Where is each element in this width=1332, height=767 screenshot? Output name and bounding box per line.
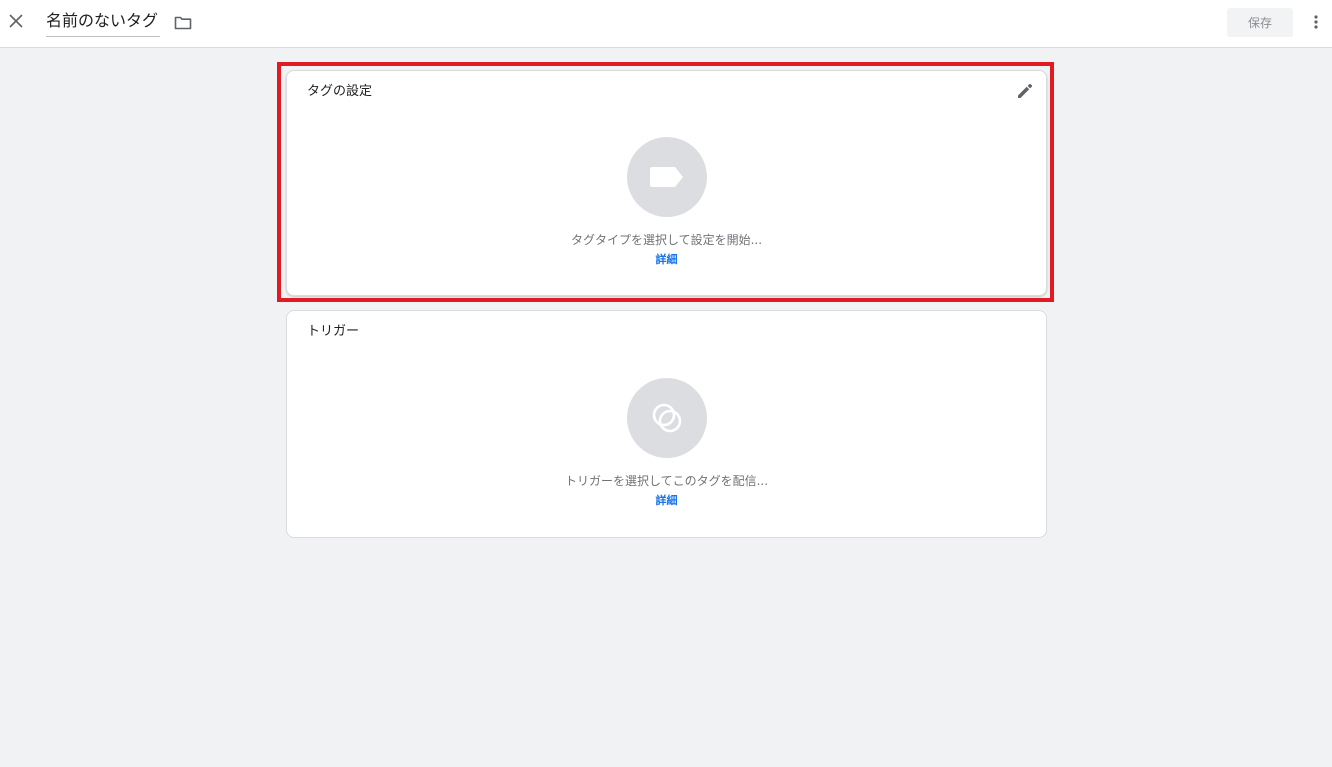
triggering-card[interactable]: トリガー トリガーを選択してこのタグを配信... 詳細 <box>286 310 1047 538</box>
trigger-icon <box>652 403 681 433</box>
trigger-hint: トリガーを選択してこのタグを配信... <box>564 474 769 488</box>
triggering-title: トリガー <box>307 324 360 339</box>
trigger-placeholder: トリガーを選択してこのタグを配信... 詳細 <box>287 378 1046 508</box>
tag-name-field[interactable]: 名前のないタグ <box>46 8 161 37</box>
folder-icon <box>174 16 192 30</box>
trigger-learn-more-link[interactable]: 詳細 <box>656 494 678 508</box>
close-button[interactable] <box>4 9 28 33</box>
folder-button[interactable] <box>172 12 194 34</box>
more-vert-icon <box>1314 15 1318 29</box>
choose-trigger-button[interactable] <box>626 378 707 458</box>
more-options-button[interactable] <box>1304 10 1328 34</box>
tag-name-text: 名前のないタグ <box>46 11 159 30</box>
close-icon <box>9 14 23 28</box>
highlight-frame <box>277 62 1054 302</box>
top-bar: 名前のないタグ 保存 <box>0 0 1332 48</box>
save-button[interactable]: 保存 <box>1227 8 1293 37</box>
